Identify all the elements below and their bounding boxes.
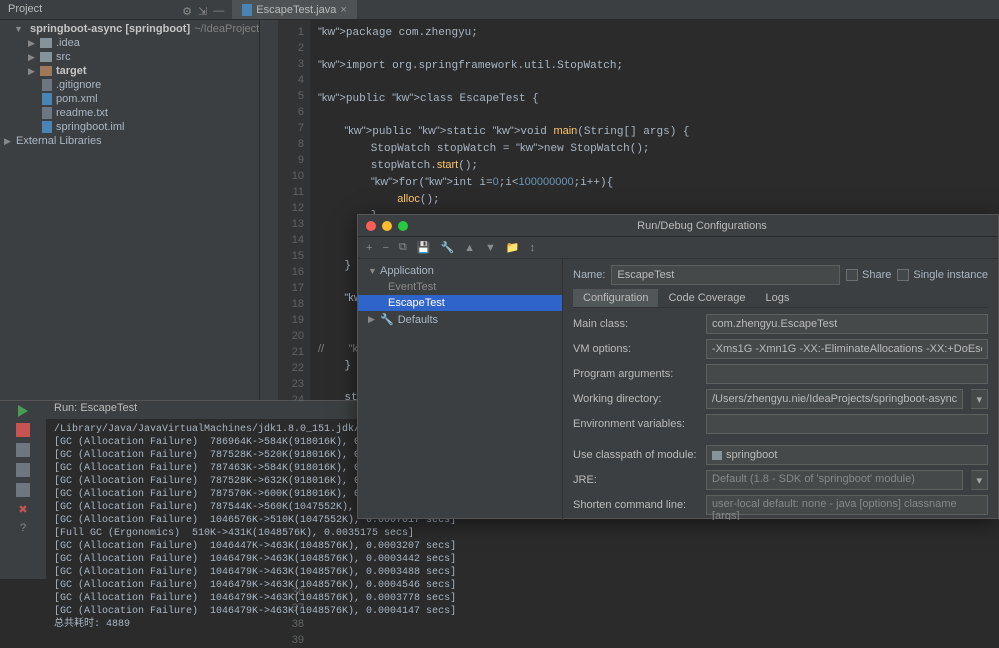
config-escapetest[interactable]: EscapeTest [358, 295, 562, 311]
editor-tab-escapetest[interactable]: EscapeTest.java × [232, 0, 357, 19]
tree-item[interactable]: ▶src [0, 50, 259, 64]
tree-item[interactable]: readme.txt [0, 106, 259, 120]
tree-item[interactable]: pom.xml [0, 92, 259, 106]
wd-input[interactable] [706, 389, 963, 409]
main-class-input[interactable] [706, 314, 988, 334]
wd-browse[interactable]: ▾ [971, 389, 988, 409]
tab-logs[interactable]: Logs [756, 289, 800, 307]
chevron-down-icon[interactable]: ▼ [14, 24, 22, 34]
project-sidebar: ▼ springboot-async [springboot] ~/IdeaPr… [0, 20, 260, 400]
print-icon[interactable] [16, 483, 30, 497]
java-file-icon [242, 4, 252, 16]
short-select[interactable]: user-local default: none - java [options… [706, 495, 988, 515]
folder-icon[interactable]: 📁 [506, 241, 520, 254]
tree-item[interactable]: ▶target [0, 64, 259, 78]
root-label: springboot-async [springboot] [30, 23, 190, 35]
wrench-icon[interactable]: 🔧 [440, 241, 454, 254]
vm-input[interactable] [706, 339, 988, 359]
stop-icon[interactable] [16, 423, 30, 437]
run-debug-dialog: Run/Debug Configurations + − ⧉ 💾 🔧 ▲ ▼ 📁… [357, 214, 999, 519]
cp-select[interactable]: springboot [706, 445, 988, 465]
line-gutter: 1234567891011121314151617181920212223242… [278, 20, 310, 400]
tree-root[interactable]: ▼ springboot-async [springboot] ~/IdeaPr… [0, 22, 259, 36]
wd-label: Working directory: [573, 393, 698, 405]
short-label: Shorten command line: [573, 499, 698, 511]
tab-label: EscapeTest.java [256, 4, 336, 16]
jre-select[interactable]: Default (1.8 - SDK of 'springboot' modul… [706, 470, 963, 490]
help-icon[interactable]: ? [20, 522, 26, 534]
delete-icon[interactable]: ✖ [18, 503, 27, 516]
tree-external-libs[interactable]: ▶ External Libraries [0, 134, 259, 148]
name-input[interactable] [611, 265, 840, 285]
add-icon[interactable]: + [366, 242, 372, 254]
window-close-icon[interactable] [366, 221, 376, 231]
hide-icon[interactable]: — [213, 5, 224, 17]
jre-drop[interactable]: ▾ [971, 470, 988, 490]
down-icon[interactable]: ▼ [485, 242, 496, 254]
share-label: Share [862, 269, 891, 281]
root-path: ~/IdeaProjects/springboot-a [194, 23, 260, 35]
dump-icon[interactable] [16, 443, 30, 457]
save-icon[interactable]: 💾 [417, 241, 431, 254]
config-eventtest[interactable]: EventTest [358, 279, 562, 295]
copy-icon[interactable]: ⧉ [399, 241, 407, 254]
env-label: Environment variables: [573, 418, 698, 430]
jre-label: JRE: [573, 474, 698, 486]
tree-item[interactable]: springboot.iml [0, 120, 259, 134]
editor-left-gutter [260, 20, 278, 400]
window-min-icon[interactable] [382, 221, 392, 231]
tab-configuration[interactable]: Configuration [573, 289, 658, 307]
close-icon[interactable]: × [340, 4, 346, 16]
dialog-title: Run/Debug Configurations [414, 220, 990, 232]
single-checkbox[interactable] [897, 269, 909, 281]
name-label: Name: [573, 269, 605, 281]
tree-item[interactable]: .gitignore [0, 78, 259, 92]
args-input[interactable] [706, 364, 988, 384]
remove-icon[interactable]: − [382, 242, 388, 254]
expand-icon[interactable]: ↕ [530, 242, 536, 254]
cp-label: Use classpath of module: [573, 449, 698, 461]
project-panel-label[interactable]: Project [0, 0, 50, 19]
run-icon[interactable] [18, 405, 28, 417]
share-checkbox[interactable] [846, 269, 858, 281]
args-label: Program arguments: [573, 368, 698, 380]
up-icon[interactable]: ▲ [464, 242, 475, 254]
vm-label: VM options: [573, 343, 698, 355]
tree-item[interactable]: ▶.idea [0, 36, 259, 50]
settings-icon[interactable]: ⚙ [182, 5, 192, 18]
tab-coverage[interactable]: Code Coverage [658, 289, 755, 307]
env-input[interactable] [706, 414, 988, 434]
ext-label: External Libraries [16, 135, 102, 147]
single-label: Single instance [913, 269, 988, 281]
config-application[interactable]: ▼Application [358, 263, 562, 279]
chevron-right-icon[interactable]: ▶ [4, 136, 12, 147]
collapse-icon[interactable]: ⇲ [198, 5, 207, 18]
config-defaults[interactable]: ▶🔧 Defaults [358, 311, 562, 328]
main-class-label: Main class: [573, 318, 698, 330]
layout-icon[interactable] [16, 463, 30, 477]
window-max-icon[interactable] [398, 221, 408, 231]
